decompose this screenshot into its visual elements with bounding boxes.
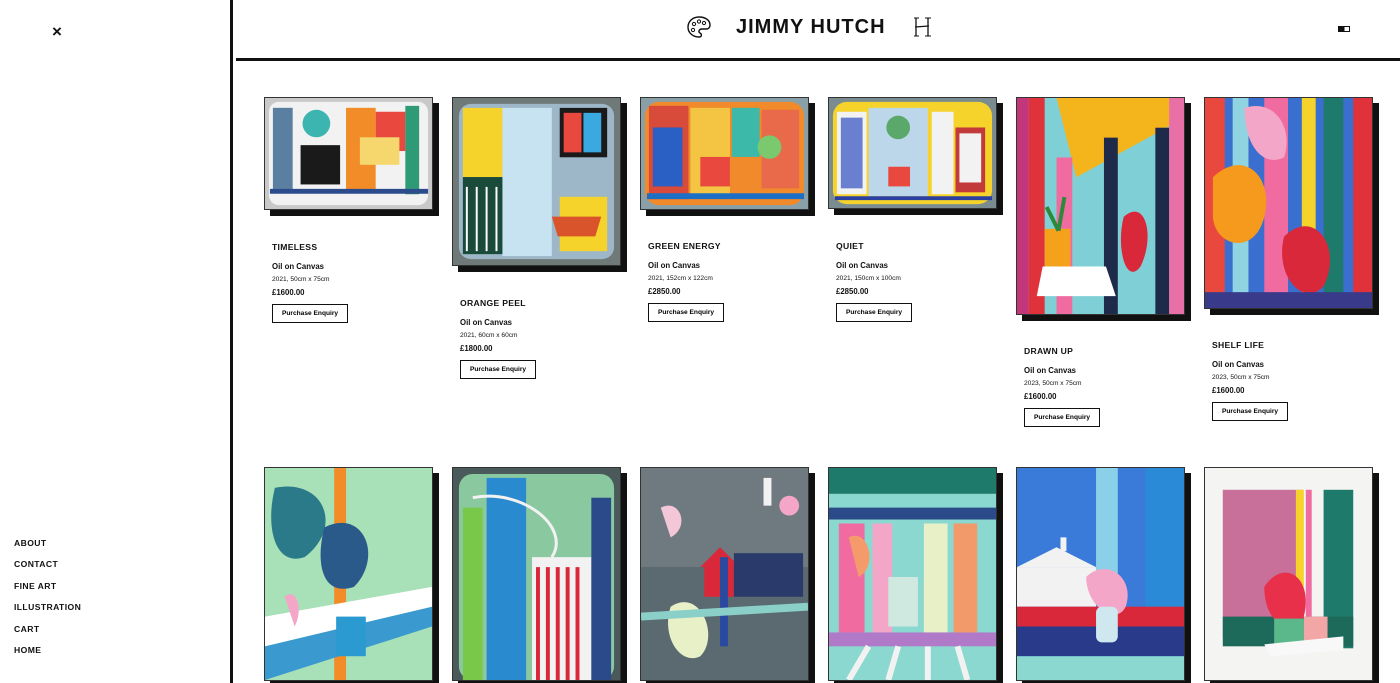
product-details: 2021, 150cm x 100cm	[836, 275, 901, 282]
palette-icon	[687, 16, 711, 38]
product-medium: Oil on Canvas	[1212, 360, 1264, 369]
purchase-enquiry-button[interactable]: Purchase Enquiry	[648, 303, 725, 322]
product-title[interactable]: TIMELESS	[272, 242, 432, 252]
artwork-image[interactable]	[1204, 97, 1373, 309]
artwork-image[interactable]	[452, 467, 621, 681]
product-price: £1600.00	[1024, 392, 1057, 401]
product-price: £2850.00	[648, 287, 681, 296]
product-details: 2021, 60cm x 60cm	[460, 332, 518, 339]
product-price: £1600.00	[272, 288, 305, 297]
product-price: £1800.00	[460, 344, 493, 353]
product-title[interactable]: SHELF LIFE	[1212, 340, 1372, 350]
product-medium: Oil on Canvas	[460, 318, 512, 327]
purchase-enquiry-button[interactable]: Purchase Enquiry	[836, 303, 913, 322]
product-medium: Oil on Canvas	[836, 261, 888, 270]
product-price: £2850.00	[836, 287, 869, 296]
artwork-image[interactable]	[1016, 467, 1185, 681]
nav-item-illustration[interactable]: ILLUSTRATION	[14, 602, 81, 623]
artwork-image[interactable]	[828, 467, 997, 681]
product-title[interactable]: DRAWN UP	[1024, 346, 1184, 356]
purchase-enquiry-button[interactable]: Purchase Enquiry	[1212, 402, 1289, 421]
product-details: 2023, 50cm x 75cm	[1212, 374, 1270, 381]
artwork-image[interactable]	[264, 97, 433, 210]
sidebar: × ABOUT CONTACT FINE ART ILLUSTRATION CA…	[0, 0, 233, 683]
close-icon[interactable]: ×	[52, 23, 62, 40]
product-title[interactable]: ORANGE PEEL	[460, 298, 620, 308]
product-title[interactable]: QUIET	[836, 241, 996, 251]
purchase-enquiry-button[interactable]: Purchase Enquiry	[272, 304, 349, 323]
artwork-image[interactable]	[1016, 97, 1185, 315]
product-medium: Oil on Canvas	[648, 261, 700, 270]
site-header: JIMMY HUTCH	[236, 0, 1400, 61]
artwork-image[interactable]	[452, 97, 621, 266]
brand-name: JIMMY HUTCH	[736, 15, 886, 38]
product-details: 2021, 152cm x 122cm	[648, 275, 713, 282]
nav-item-contact[interactable]: CONTACT	[14, 559, 81, 580]
brand[interactable]: JIMMY HUTCH	[686, 14, 932, 40]
purchase-enquiry-button[interactable]: Purchase Enquiry	[460, 360, 537, 379]
product-medium: Oil on Canvas	[272, 262, 324, 271]
product-price: £1600.00	[1212, 386, 1245, 395]
menu-toggle-icon[interactable]	[1338, 26, 1350, 32]
product-details: 2023, 50cm x 75cm	[1024, 380, 1082, 387]
sidebar-nav: ABOUT CONTACT FINE ART ILLUSTRATION CART…	[14, 538, 81, 666]
purchase-enquiry-button[interactable]: Purchase Enquiry	[1024, 408, 1101, 427]
nav-item-fine-art[interactable]: FINE ART	[14, 581, 81, 602]
nav-item-home[interactable]: HOME	[14, 645, 81, 666]
nav-item-cart[interactable]: CART	[14, 624, 81, 645]
artwork-image[interactable]	[828, 97, 997, 209]
artwork-image[interactable]	[640, 97, 809, 210]
artwork-image[interactable]	[1204, 467, 1373, 681]
h-monogram-icon	[913, 17, 931, 37]
product-title[interactable]: GREEN ENERGY	[648, 241, 808, 251]
artwork-image[interactable]	[640, 467, 809, 681]
artwork-image[interactable]	[264, 467, 433, 681]
nav-item-about[interactable]: ABOUT	[14, 538, 81, 559]
product-details: 2021, 50cm x 75cm	[272, 276, 330, 283]
product-medium: Oil on Canvas	[1024, 366, 1076, 375]
